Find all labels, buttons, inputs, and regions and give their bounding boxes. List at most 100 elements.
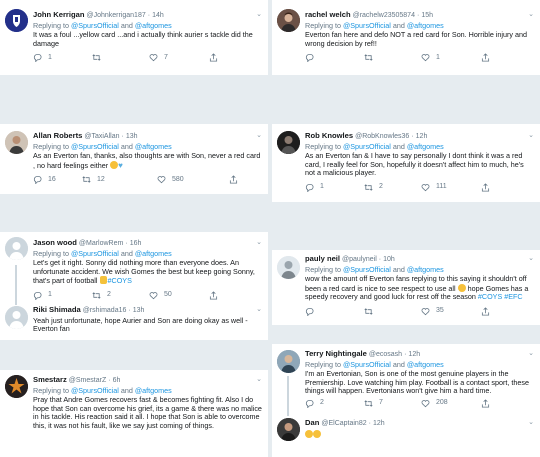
mention-aftgomes[interactable]: @aftgomes: [135, 21, 172, 30]
avatar[interactable]: [277, 131, 300, 154]
hashtag-coys[interactable]: #COYS: [108, 276, 132, 286]
retweet-button[interactable]: 7: [364, 399, 383, 408]
retweet-button[interactable]: [364, 307, 379, 316]
author-name[interactable]: rachel welch: [305, 11, 351, 19]
tweet-card-thread-nightingale[interactable]: Terry Nightingale @ecosash · 12h ⌄ Reply…: [272, 344, 540, 457]
author-name[interactable]: Dan: [305, 419, 319, 427]
author-name[interactable]: Terry Nightingale: [305, 350, 367, 358]
tweet-card-neil[interactable]: pauly neil @paulyneil · 10h ⌄ Replying t…: [272, 250, 540, 325]
retweet-button[interactable]: [364, 53, 379, 62]
author-name[interactable]: Jason wood: [33, 239, 77, 247]
retweet-button[interactable]: 2: [364, 183, 383, 192]
reply-button[interactable]: [305, 53, 320, 63]
author-name[interactable]: pauly neil: [305, 255, 340, 263]
avatar[interactable]: [277, 418, 300, 441]
mention-aftgomes[interactable]: @aftgomes: [407, 21, 444, 30]
chevron-down-icon[interactable]: ⌄: [256, 239, 262, 248]
timestamp[interactable]: 10h: [383, 256, 395, 263]
author-handle[interactable]: @RobKnowles36: [355, 133, 409, 140]
reply-button[interactable]: [305, 307, 320, 316]
mention-spurs[interactable]: @SpursOfficial: [71, 386, 119, 395]
author-name[interactable]: Riki Shimada: [33, 306, 81, 314]
reply-button[interactable]: 2: [305, 399, 324, 408]
chevron-down-icon[interactable]: ⌄: [528, 419, 534, 428]
author-handle[interactable]: @ElCaptain82: [321, 420, 366, 427]
share-button[interactable]: [209, 53, 218, 62]
share-button[interactable]: [481, 183, 490, 192]
timestamp[interactable]: 13h: [133, 307, 145, 314]
reply-button[interactable]: 1: [305, 183, 324, 192]
timestamp[interactable]: 12h: [416, 133, 428, 140]
timestamp[interactable]: 12h: [373, 420, 385, 427]
avatar[interactable]: [5, 237, 28, 260]
avatar[interactable]: [5, 306, 28, 329]
avatar[interactable]: [5, 9, 28, 32]
tweet-card-thread-wood[interactable]: Jason wood @MarlowRem · 16h ⌄ Replying t…: [0, 232, 268, 340]
reply-button[interactable]: 16: [33, 175, 56, 185]
avatar[interactable]: [277, 9, 300, 32]
author-handle[interactable]: @SmestarZ: [69, 377, 106, 384]
mention-spurs[interactable]: @SpursOfficial: [343, 21, 391, 30]
chevron-down-icon[interactable]: ⌄: [256, 306, 262, 315]
retweet-button[interactable]: 12: [82, 175, 105, 184]
timestamp[interactable]: 16h: [130, 240, 142, 247]
tweet-card-welch[interactable]: rachel welch @rachelw23505874 · 15h ⌄ Re…: [272, 0, 540, 75]
author-name[interactable]: Rob Knowles: [305, 132, 353, 140]
like-button[interactable]: 1: [421, 53, 440, 62]
like-button[interactable]: 35: [421, 307, 444, 316]
tweet-card-roberts[interactable]: Allan Roberts @TaxiAllan · 13h ⌄ Replyin…: [0, 124, 268, 194]
author-handle[interactable]: @ecosash: [369, 351, 402, 358]
timestamp[interactable]: 14h: [152, 12, 164, 19]
like-button[interactable]: 208: [421, 399, 448, 408]
chevron-down-icon[interactable]: ⌄: [528, 255, 534, 264]
avatar[interactable]: [5, 375, 28, 398]
reply-button[interactable]: 1: [33, 53, 52, 63]
mention-aftgomes[interactable]: @aftgomes: [407, 360, 444, 369]
author-handle[interactable]: @rachelw23505874: [353, 12, 415, 19]
mention-aftgomes[interactable]: @aftgomes: [407, 142, 444, 151]
author-handle[interactable]: @paulyneil: [342, 256, 377, 263]
mention-spurs[interactable]: @SpursOfficial: [343, 265, 391, 274]
timestamp[interactable]: 15h: [421, 12, 433, 19]
mention-aftgomes[interactable]: @aftgomes: [407, 265, 444, 274]
retweet-button[interactable]: [92, 53, 107, 62]
mention-aftgomes[interactable]: @aftgomes: [135, 386, 172, 395]
mention-spurs[interactable]: @SpursOfficial: [343, 142, 391, 151]
author-handle[interactable]: @TaxiAllan: [84, 133, 119, 140]
author-handle[interactable]: @rshimada16: [83, 307, 127, 314]
like-button[interactable]: 7: [149, 53, 168, 62]
like-button[interactable]: 50: [149, 291, 172, 300]
tweet-card-knowles[interactable]: Rob Knowles @RobKnowles36 · 12h ⌄ Replyi…: [272, 124, 540, 202]
chevron-down-icon[interactable]: ⌄: [256, 132, 262, 141]
chevron-down-icon[interactable]: ⌄: [528, 132, 534, 141]
reply-button[interactable]: 1: [33, 291, 52, 300]
mention-spurs[interactable]: @SpursOfficial: [71, 249, 119, 258]
author-name[interactable]: John Kerrigan: [33, 11, 84, 19]
share-button[interactable]: [481, 307, 490, 316]
mention-aftgomes[interactable]: @aftgomes: [135, 249, 172, 258]
tweet-card-kerrigan[interactable]: John Kerrigan @Johnkerrigan187 · 14h ⌄ R…: [0, 0, 268, 75]
like-button[interactable]: 111: [421, 183, 447, 192]
author-name[interactable]: Smestarz: [33, 376, 67, 384]
mention-spurs[interactable]: @SpursOfficial: [71, 142, 119, 151]
tweet-card-smestarz[interactable]: Smestarz @SmestarZ · 6h ⌄ Replying to @S…: [0, 370, 268, 457]
avatar[interactable]: [277, 350, 300, 373]
share-button[interactable]: [209, 291, 218, 300]
hashtag-coys[interactable]: #COYS: [478, 292, 502, 302]
share-button[interactable]: [481, 399, 490, 408]
mention-aftgomes[interactable]: @aftgomes: [135, 142, 172, 151]
mention-spurs[interactable]: @SpursOfficial: [71, 21, 119, 30]
avatar[interactable]: [277, 256, 300, 279]
timestamp[interactable]: 6h: [113, 377, 121, 384]
author-handle[interactable]: @Johnkerrigan187: [86, 12, 145, 19]
author-handle[interactable]: @MarlowRem: [79, 240, 123, 247]
retweet-button[interactable]: 2: [92, 291, 111, 300]
hashtag-efc[interactable]: #EFC: [504, 292, 522, 302]
chevron-down-icon[interactable]: ⌄: [256, 11, 262, 20]
timestamp[interactable]: 13h: [126, 133, 138, 140]
mention-spurs[interactable]: @SpursOfficial: [343, 360, 391, 369]
share-button[interactable]: [229, 175, 238, 184]
chevron-down-icon[interactable]: ⌄: [256, 376, 262, 385]
timestamp[interactable]: 12h: [408, 351, 420, 358]
share-button[interactable]: [481, 53, 490, 62]
